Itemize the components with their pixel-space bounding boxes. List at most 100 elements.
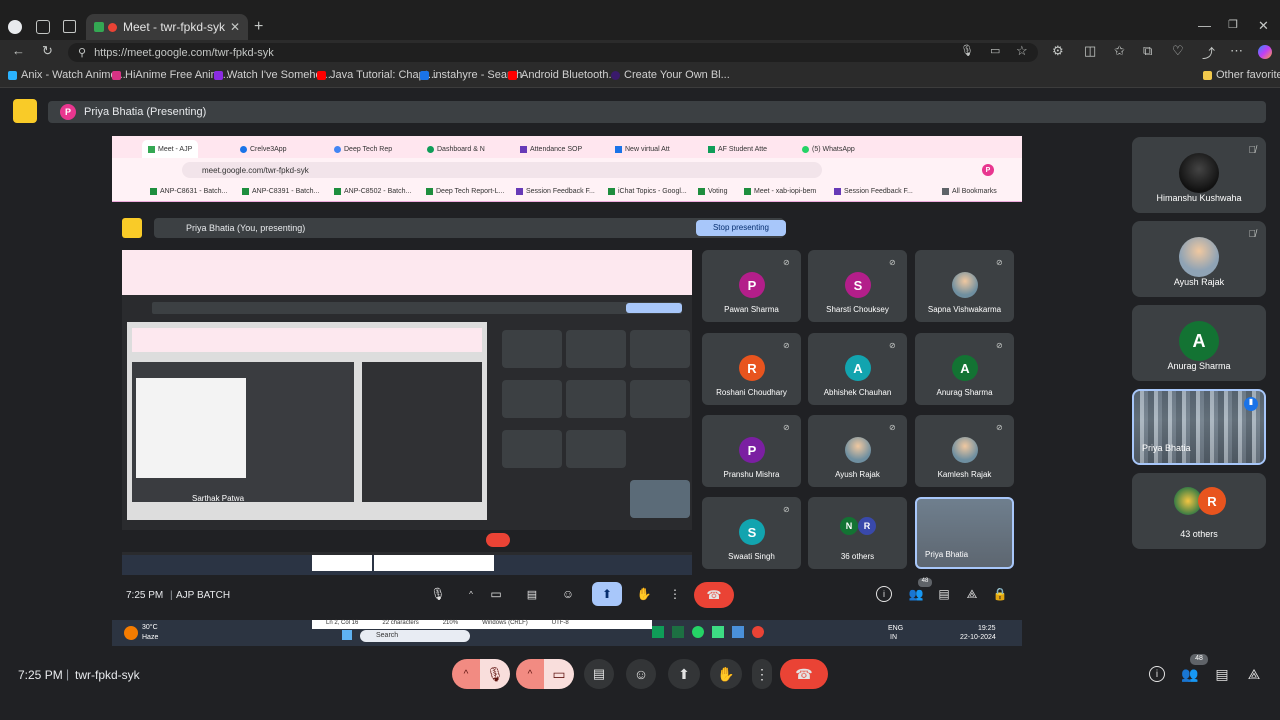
inner-bookmark: ANP-C8502 - Batch...: [334, 188, 411, 195]
camera-off-button[interactable]: ▭: [544, 659, 574, 689]
participant-avatar: S: [739, 519, 765, 545]
inner-tab-8: (5) WhatsApp: [802, 140, 855, 158]
inner-activities-icon: ⟁: [966, 586, 978, 601]
inner-divider: |: [170, 590, 173, 601]
inner-tab-meet: Meet - AJP: [142, 140, 199, 158]
tab-meet[interactable]: Meet - twr-fpkd-syk ✕: [86, 14, 248, 40]
muted-mic-icon: ⊘: [783, 341, 790, 350]
participant-photo: [952, 437, 978, 463]
presenter-avatar: P: [60, 104, 76, 120]
participant-name: 43 others: [1180, 529, 1218, 539]
favorite-star-icon[interactable]: ☆: [1016, 43, 1028, 59]
bookmark-instahyre[interactable]: instahyre - Search: [420, 69, 522, 81]
inner-tab-bar: Meet - AJP Crelve3App Deep Tech Rep Dash…: [112, 136, 1022, 158]
url-field[interactable]: ⚲ https://meet.google.com/twr-fpkd-syk: [68, 43, 1038, 62]
inner-present-icon: ⬆: [592, 582, 622, 606]
participant-name: Ayush Rajak: [835, 470, 880, 479]
new-tab-icon[interactable]: +: [254, 18, 263, 36]
people-button[interactable]: 👥: [1180, 664, 1200, 684]
participant-avatar: A: [1179, 321, 1219, 361]
sidebar-tile-others[interactable]: R 43 others: [1132, 473, 1266, 549]
emoji-button[interactable]: ☺: [626, 659, 656, 689]
sidebar-tile-priya[interactable]: ▮ Priya Bhatia: [1132, 389, 1266, 465]
inner-bookmark: Voting: [698, 188, 727, 195]
participant-name: Pranshu Mishra: [723, 470, 780, 479]
bookmark-watch[interactable]: Watch I've Someho...: [214, 69, 331, 81]
participant-photo: [1179, 153, 1219, 193]
mic-permission-icon[interactable]: 🎙: [960, 44, 974, 57]
participant-name: Ayush Rajak: [1173, 277, 1225, 287]
bookmark-favicon-icon: [8, 70, 17, 80]
video-options-button[interactable]: ^: [516, 659, 544, 689]
bookmark-anix[interactable]: Anix - Watch Anime...: [8, 69, 126, 81]
inner-tab-7: AF Student Atte: [708, 140, 767, 158]
bookmark-favicon-icon: [214, 70, 223, 80]
profile-icon[interactable]: [8, 20, 22, 34]
chat-button[interactable]: ▤: [1212, 664, 1232, 684]
muted-mic-icon: ⊘: [889, 423, 896, 432]
cast-icon[interactable]: ▭: [990, 44, 1000, 57]
inner-presenting-label: Priya Bhatia (You, presenting): [186, 223, 306, 233]
split-screen-icon[interactable]: ◫: [1084, 43, 1096, 59]
present-button[interactable]: ⬆: [668, 659, 700, 689]
tab-actions-icon[interactable]: [63, 20, 76, 33]
inner-profile-avatar: P: [982, 164, 994, 176]
close-tab-icon[interactable]: ✕: [230, 20, 240, 34]
participant-name: Swaati Singh: [728, 552, 775, 561]
performance-icon[interactable]: ♡: [1172, 43, 1184, 59]
muted-mic-icon: ⊘: [783, 423, 790, 432]
captions-button[interactable]: ▤: [584, 659, 614, 689]
inner-presentation-icon: [122, 218, 142, 238]
audio-options-button[interactable]: ^: [452, 659, 480, 689]
close-window-icon[interactable]: ✕: [1258, 18, 1269, 34]
leave-call-button[interactable]: ☎: [780, 659, 828, 689]
favorites-icon[interactable]: ✩: [1114, 43, 1125, 59]
sidebar-tile-himanshu[interactable]: 🎙̸ Himanshu Kushwaha: [1132, 137, 1266, 213]
meeting-info-button[interactable]: i: [1149, 666, 1165, 682]
participant-avatar: R: [858, 517, 876, 535]
notepad-statusbar: Ln 2, Col 16 22 characters 210% Windows (CR…: [312, 620, 652, 629]
sidebar-tile-anurag[interactable]: A Anurag Sharma: [1132, 305, 1266, 381]
copilot-icon[interactable]: [1258, 45, 1272, 59]
muted-mic-icon: ⊘: [889, 341, 896, 350]
inner-tile: S ⊘ Sharsti Chouksey: [808, 250, 907, 322]
more-menu-icon[interactable]: ⋯: [1230, 43, 1243, 59]
share-icon[interactable]: ⤴: [1202, 43, 1215, 62]
bookmark-hianime[interactable]: HiAnime Free Anim...: [112, 69, 229, 81]
sidebar-tile-ayush[interactable]: 🎙̸ Ayush Rajak: [1132, 221, 1266, 297]
collections-icon[interactable]: ⧉: [1143, 43, 1152, 59]
browser-tab-bar: Meet - twr-fpkd-syk ✕ + — ❐ ✕: [0, 0, 1280, 40]
inner-bookmark: iChat Topics - Googl...: [608, 188, 687, 195]
more-options-button[interactable]: ⋮: [752, 659, 772, 689]
site-info-icon[interactable]: ⚲: [78, 46, 86, 59]
inner-tile: P ⊘ Pawan Sharma: [702, 250, 801, 322]
inner-tab-5: Attendance SOP: [520, 140, 582, 158]
other-favorites[interactable]: Other favorites: [1203, 69, 1280, 81]
bookmark-java[interactable]: Java Tutorial: Chapt...: [317, 69, 437, 81]
back-icon[interactable]: ←: [12, 43, 25, 58]
inner-address-bar: meet.google.com/twr-fpkd-syk P: [112, 158, 1022, 182]
meeting-time: 7:25 PM: [18, 668, 63, 682]
bookmark-android[interactable]: Android Bluetooth...: [508, 69, 618, 81]
muted-mic-icon: 🎙̸: [1248, 145, 1257, 156]
extensions-icon[interactable]: ⚙: [1052, 43, 1064, 59]
participant-avatar: P: [739, 272, 765, 298]
participant-name: Priya Bhatia: [925, 550, 969, 559]
mic-off-button[interactable]: 🎙: [480, 659, 510, 689]
workspaces-icon[interactable]: [36, 20, 50, 34]
maximize-icon[interactable]: ❐: [1228, 18, 1238, 31]
inner-tile: A ⊘ Anurag Sharma: [915, 333, 1014, 405]
presenting-banner: P Priya Bhatia (Presenting): [48, 101, 1266, 123]
people-count-badge: 48: [1190, 654, 1208, 665]
inner-host-controls-icon: 🔒: [992, 587, 1008, 601]
inner-clock-date: 22-10-2024: [960, 634, 996, 641]
participant-name: Anurag Sharma: [936, 388, 993, 397]
activities-button[interactable]: ⟁: [1244, 664, 1264, 684]
inner-hand-icon: ✋: [636, 587, 652, 601]
participant-name: Anurag Sharma: [1167, 361, 1231, 371]
minimize-icon[interactable]: —: [1198, 18, 1211, 33]
bookmark-create[interactable]: Create Your Own Bl...: [611, 69, 730, 81]
participant-avatar: A: [952, 355, 978, 381]
reload-icon[interactable]: ↻: [42, 43, 53, 59]
raise-hand-button[interactable]: ✋: [710, 659, 742, 689]
